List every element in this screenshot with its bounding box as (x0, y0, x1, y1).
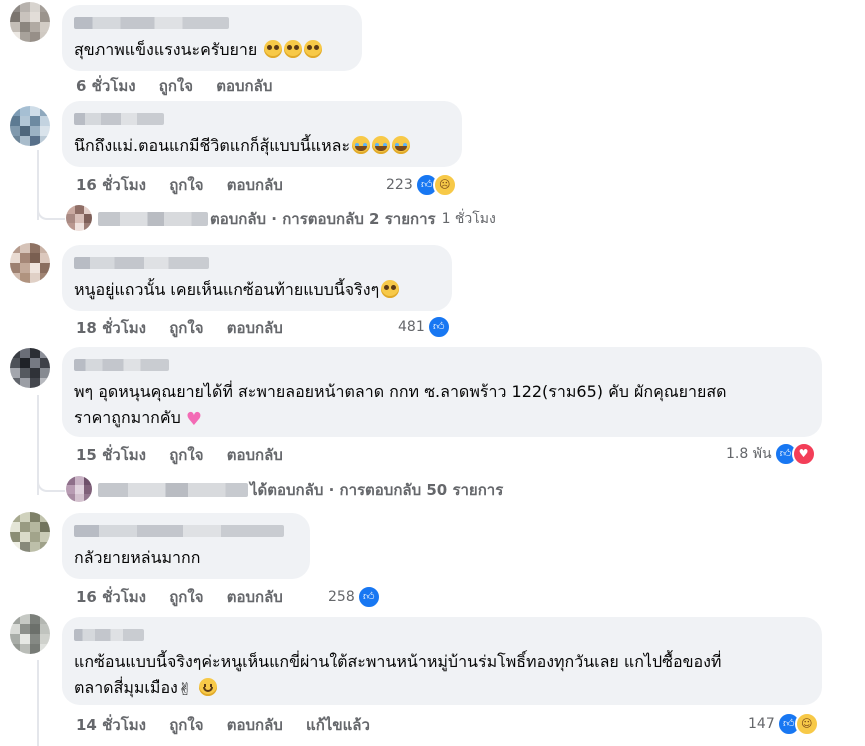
comment-actions: 16 ชั่วโมง ถูกใจ ตอบกลับ (76, 587, 301, 607)
avatar[interactable] (10, 512, 50, 552)
avatar[interactable] (10, 614, 50, 654)
comment-text: หนูอยู่แถวนั้น เคยเห็นแกซ้อนท้ายแบบนี้จร… (74, 277, 440, 303)
crying-face-icon (352, 136, 371, 154)
pleading-face-icon (284, 40, 303, 58)
comment-time[interactable]: 14 ชั่วโมง (76, 716, 146, 734)
comment-text-line: พๆ อุดหนุนคุณยายได้ที่ สะพายลอยหน้าตลาด … (74, 382, 727, 401)
reaction-count: 258 (328, 589, 355, 605)
comment-text: นึกถึงแม่.ตอนแกมีชีวิตแกก็สุ้แบบนี้แหละ (74, 133, 450, 159)
replies-summary-text: ได้ตอบกลับ · การตอบกลับ 50 รายการ (250, 481, 504, 499)
comment-text-line: แกซ้อนแบบนี้จริงๆค่ะหนูเห็นแกขี่ผ่านใต้ส… (74, 652, 722, 671)
like-button[interactable]: ถูกใจ (169, 319, 203, 337)
reply-button[interactable]: ตอบกลับ (227, 319, 283, 337)
reaction-count: 223 (386, 177, 413, 193)
comment-time[interactable]: 18 ชั่วโมง (76, 319, 146, 337)
reply-button[interactable]: ตอบกลับ (227, 446, 283, 464)
comment-time[interactable]: 6 ชั่วโมง (76, 77, 136, 95)
reaction-summary[interactable]: 1.8 พัน 👍︎ ♥︎ (726, 442, 816, 466)
reaction-summary[interactable]: 147 👍︎ ☺︎ (748, 712, 819, 736)
comment-actions: 15 ชั่วโมง ถูกใจ ตอบกลับ (76, 445, 301, 465)
comment-text: กลัวยายหล่นมากก (74, 545, 298, 571)
comment-bubble: หนูอยู่แถวนั้น เคยเห็นแกซ้อนท้ายแบบนี้จร… (62, 245, 452, 311)
crying-face-icon (392, 136, 411, 154)
reaction-count: 481 (398, 319, 425, 335)
comment-text: สุขภาพแข็งแรงนะครับยาย (74, 37, 350, 63)
comment-author-name[interactable] (74, 257, 209, 269)
comment-text-line: ตลาดสี่มุมเมือง (74, 678, 178, 697)
reply-author-name (98, 483, 248, 497)
comment-author-name[interactable] (74, 525, 284, 537)
comment-bubble: กลัวยายหล่นมากก (62, 513, 310, 579)
comment-bubble: พๆ อุดหนุนคุณยายได้ที่ สะพายลอยหน้าตลาด … (62, 347, 822, 437)
smiling-face-icon (199, 678, 218, 696)
reply-avatar[interactable] (66, 205, 92, 231)
pink-heart-icon: ♥︎ (185, 409, 202, 430)
like-button[interactable]: ถูกใจ (169, 588, 203, 606)
reply-avatar[interactable] (66, 476, 92, 502)
view-replies-link[interactable]: ได้ตอบกลับ · การตอบกลับ 50 รายการ (98, 479, 503, 501)
pleading-face-icon (264, 40, 283, 58)
comment-actions: 16 ชั่วโมง ถูกใจ ตอบกลับ (76, 175, 301, 195)
reply-time: 1 ชั่วโมง (441, 211, 496, 227)
reaction-count: 147 (748, 716, 775, 732)
comment-time[interactable]: 16 ชั่วโมง (76, 176, 146, 194)
reply-button[interactable]: ตอบกลับ (227, 176, 283, 194)
comment-author-name[interactable] (74, 359, 169, 371)
comment-actions: 14 ชั่วโมง ถูกใจ ตอบกลับ แก้ไขแล้ว (76, 715, 388, 735)
care-icon: ☺︎ (794, 712, 819, 736)
comment-actions: 18 ชั่วโมง ถูกใจ ตอบกลับ (76, 318, 301, 338)
reply-author-name (98, 212, 208, 226)
comment-author-name[interactable] (74, 113, 164, 125)
reply-connector (37, 470, 65, 492)
victory-hand-icon: ✌ (177, 680, 193, 700)
edited-label: แก้ไขแล้ว (306, 716, 370, 734)
comment-text-body: นึกถึงแม่.ตอนแกมีชีวิตแกก็สุ้แบบนี้แหละ (74, 136, 351, 155)
replies-summary-text: ตอบกลับ · การตอบกลับ 2 รายการ (210, 210, 436, 228)
comment-time[interactable]: 15 ชั่วโมง (76, 446, 146, 464)
comment-actions: 6 ชั่วโมง ถูกใจ ตอบกลับ (76, 76, 290, 96)
comment-bubble: แกซ้อนแบบนี้จริงๆค่ะหนูเห็นแกขี่ผ่านใต้ส… (62, 617, 822, 705)
like-button[interactable]: ถูกใจ (169, 446, 203, 464)
like-button[interactable]: ถูกใจ (169, 716, 203, 734)
reaction-count: 1.8 พัน (726, 446, 772, 462)
comment-text-line: ราคาถูกมากคับ (74, 408, 181, 427)
comment-text-body: กลัวยายหล่นมากก (74, 548, 201, 567)
crying-face-icon (372, 136, 391, 154)
comment-text-body: สุขภาพแข็งแรงนะครับยาย (74, 40, 258, 59)
like-button[interactable]: ถูกใจ (169, 176, 203, 194)
reply-button[interactable]: ตอบกลับ (227, 716, 283, 734)
love-icon: ♥︎ (791, 442, 816, 466)
reaction-summary[interactable]: 223 👍︎ ☹︎ (386, 173, 457, 197)
avatar[interactable] (10, 2, 50, 42)
comment-text: พๆ อุดหนุนคุณยายได้ที่ สะพายลอยหน้าตลาด … (74, 379, 810, 433)
reply-button[interactable]: ตอบกลับ (227, 588, 283, 606)
like-icon: 👍︎ (426, 315, 451, 339)
pleading-face-icon (304, 40, 323, 58)
reaction-summary[interactable]: 481 👍︎ (398, 315, 451, 339)
comment-bubble: สุขภาพแข็งแรงนะครับยาย (62, 5, 362, 71)
pleading-face-icon (381, 280, 400, 298)
comment-text-body: หนูอยู่แถวนั้น เคยเห็นแกซ้อนท้ายแบบนี้จร… (74, 280, 380, 299)
like-button[interactable]: ถูกใจ (159, 77, 193, 95)
reply-connector (37, 200, 65, 220)
reaction-summary[interactable]: 258 👍︎ (328, 585, 381, 609)
avatar[interactable] (10, 106, 50, 146)
comment-author-name[interactable] (74, 629, 144, 641)
sad-icon: ☹︎ (432, 173, 457, 197)
comment-author-name[interactable] (74, 17, 229, 29)
view-replies-link[interactable]: ตอบกลับ · การตอบกลับ 2 รายการ 1 ชั่วโมง (98, 208, 496, 230)
thread-line (37, 660, 39, 746)
comment-bubble: นึกถึงแม่.ตอนแกมีชีวิตแกก็สุ้แบบนี้แหละ (62, 101, 462, 167)
like-icon: 👍︎ (356, 585, 381, 609)
avatar[interactable] (10, 348, 50, 388)
comment-text: แกซ้อนแบบนี้จริงๆค่ะหนูเห็นแกขี่ผ่านใต้ส… (74, 649, 810, 703)
comment-time[interactable]: 16 ชั่วโมง (76, 588, 146, 606)
reply-button[interactable]: ตอบกลับ (216, 77, 272, 95)
avatar[interactable] (10, 243, 50, 283)
